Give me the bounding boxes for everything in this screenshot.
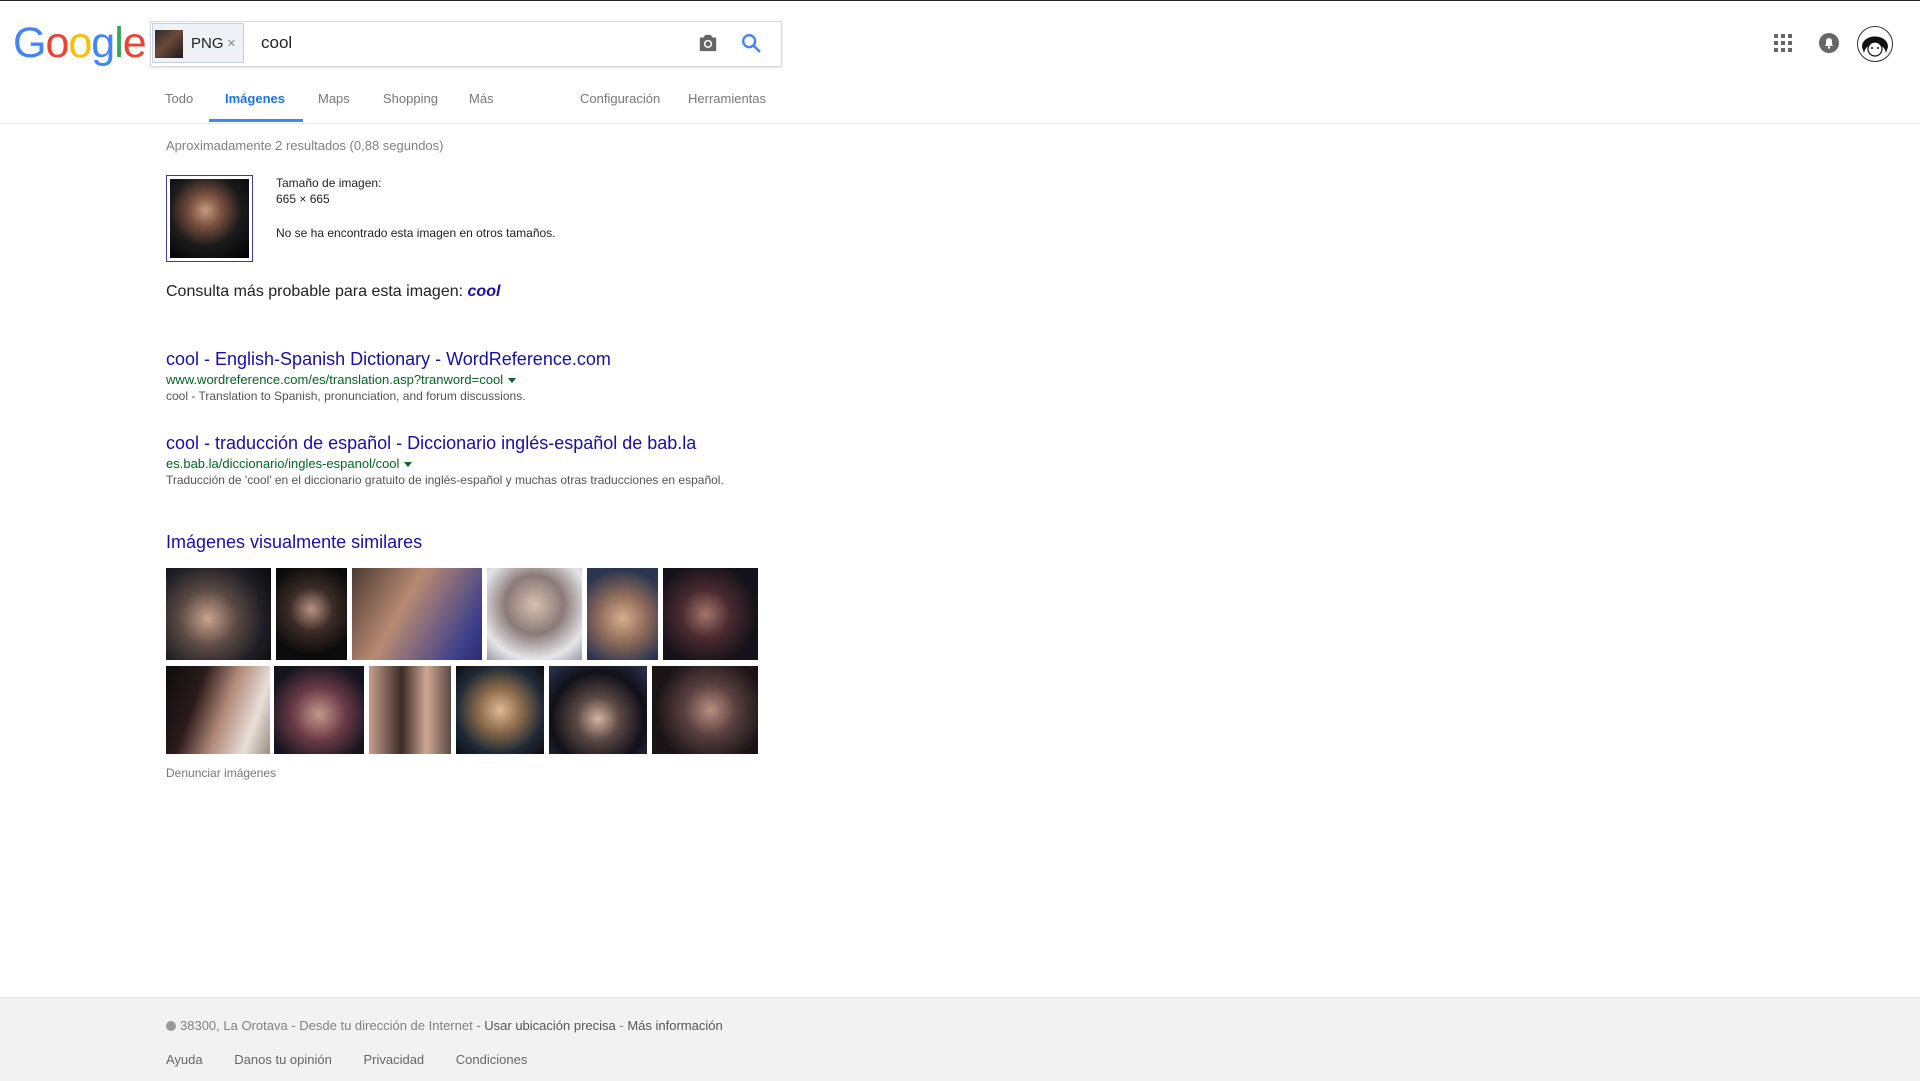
avatar-image xyxy=(1862,36,1888,57)
image-size-value: 665 × 665 xyxy=(276,192,330,206)
similar-image[interactable] xyxy=(274,666,364,754)
chip-remove-icon[interactable]: × xyxy=(227,35,236,52)
header: Google PNG × cool Todo Imágenes Maps Sho… xyxy=(0,1,1920,124)
chip-thumbnail xyxy=(155,30,183,58)
precise-location-link[interactable]: Usar ubicación precisa xyxy=(484,1018,616,1033)
result-snippet: cool - Translation to Spanish, pronuncia… xyxy=(166,389,526,403)
report-images-link[interactable]: Denunciar imágenes xyxy=(166,766,276,780)
chip-label: PNG xyxy=(191,35,224,52)
best-guess-link[interactable]: cool xyxy=(468,283,501,300)
no-other-sizes-text: No se ha encontrado esta imagen en otros… xyxy=(276,226,556,240)
similar-image[interactable] xyxy=(652,666,758,754)
tab-maps[interactable]: Maps xyxy=(318,91,350,106)
chevron-down-icon[interactable] xyxy=(508,378,517,384)
chevron-down-icon[interactable] xyxy=(404,462,413,468)
google-logo[interactable]: Google xyxy=(13,19,147,67)
tab-todo[interactable]: Todo xyxy=(165,91,193,106)
similar-image[interactable] xyxy=(369,666,451,754)
footer-link-ayuda[interactable]: Ayuda xyxy=(166,1052,203,1067)
footer-links: Ayuda Danos tu opinión Privacidad Condic… xyxy=(166,1052,555,1067)
tab-herramientas[interactable]: Herramientas xyxy=(688,91,766,106)
footer-link-opinion[interactable]: Danos tu opinión xyxy=(234,1052,332,1067)
tab-shopping[interactable]: Shopping xyxy=(383,91,438,106)
similar-image[interactable] xyxy=(587,568,658,660)
result-title[interactable]: cool - traducción de español - Diccionar… xyxy=(166,433,724,454)
tab-imagenes[interactable]: Imágenes xyxy=(225,91,285,106)
location-line: 38300, La Orotava - Desde tu dirección d… xyxy=(166,1018,723,1033)
best-guess-prefix: Consulta más probable para esta imagen: xyxy=(166,283,464,300)
query-image xyxy=(170,179,249,258)
active-tab-indicator xyxy=(209,119,303,122)
account-avatar[interactable] xyxy=(1857,26,1893,62)
tab-configuracion[interactable]: Configuración xyxy=(580,91,660,106)
similar-image[interactable] xyxy=(166,568,271,660)
search-box[interactable]: PNG × xyxy=(150,21,782,67)
search-icon[interactable] xyxy=(740,32,762,54)
logo-letter: o xyxy=(45,19,69,67)
similar-image[interactable] xyxy=(276,568,347,660)
similar-image[interactable] xyxy=(663,568,758,660)
location-text: 38300, La Orotava xyxy=(180,1018,288,1033)
result-url-text[interactable]: www.wordreference.com/es/translation.asp… xyxy=(166,372,503,387)
location-source: Desde tu dirección de Internet xyxy=(299,1018,473,1033)
footer-link-privacidad[interactable]: Privacidad xyxy=(363,1052,424,1067)
logo-letter: G xyxy=(13,19,46,67)
similar-image[interactable] xyxy=(456,666,544,754)
image-chip[interactable]: PNG × xyxy=(152,23,244,63)
image-size-label: Tamaño de imagen: xyxy=(276,176,382,190)
query-image-thumbnail[interactable] xyxy=(166,175,253,262)
result-stats: Aproximadamente 2 resultados (0,88 segun… xyxy=(166,138,444,153)
search-result: cool - English-Spanish Dictionary - Word… xyxy=(166,349,611,403)
result-title[interactable]: cool - English-Spanish Dictionary - Word… xyxy=(166,349,611,370)
tab-mas[interactable]: Más xyxy=(469,91,494,106)
search-input[interactable] xyxy=(261,22,681,64)
similar-images-heading[interactable]: Imágenes visualmente similares xyxy=(166,532,422,553)
footer: 38300, La Orotava - Desde tu dirección d… xyxy=(0,997,1920,1081)
result-url: es.bab.la/diccionario/ingles-espanol/coo… xyxy=(166,456,724,471)
similar-image[interactable] xyxy=(487,568,582,660)
more-info-link[interactable]: Más información xyxy=(627,1018,722,1033)
logo-letter: g xyxy=(91,19,115,67)
similar-image[interactable] xyxy=(166,666,270,754)
similar-image[interactable] xyxy=(352,568,482,660)
result-snippet: Traducción de 'cool' en el diccionario g… xyxy=(166,473,724,487)
logo-letter: l xyxy=(114,19,124,67)
camera-icon[interactable] xyxy=(697,33,719,53)
apps-icon[interactable] xyxy=(1773,33,1793,53)
logo-letter: e xyxy=(122,19,147,67)
best-guess: Consulta más probable para esta imagen: … xyxy=(166,283,500,301)
logo-letter: o xyxy=(68,19,92,67)
result-url-text[interactable]: es.bab.la/diccionario/ingles-espanol/coo… xyxy=(166,456,399,471)
notifications-icon[interactable] xyxy=(1818,32,1840,54)
search-result: cool - traducción de español - Diccionar… xyxy=(166,433,724,487)
result-url: www.wordreference.com/es/translation.asp… xyxy=(166,372,611,387)
similar-image[interactable] xyxy=(549,666,647,754)
location-dot-icon xyxy=(166,1021,176,1031)
footer-link-condiciones[interactable]: Condiciones xyxy=(456,1052,528,1067)
